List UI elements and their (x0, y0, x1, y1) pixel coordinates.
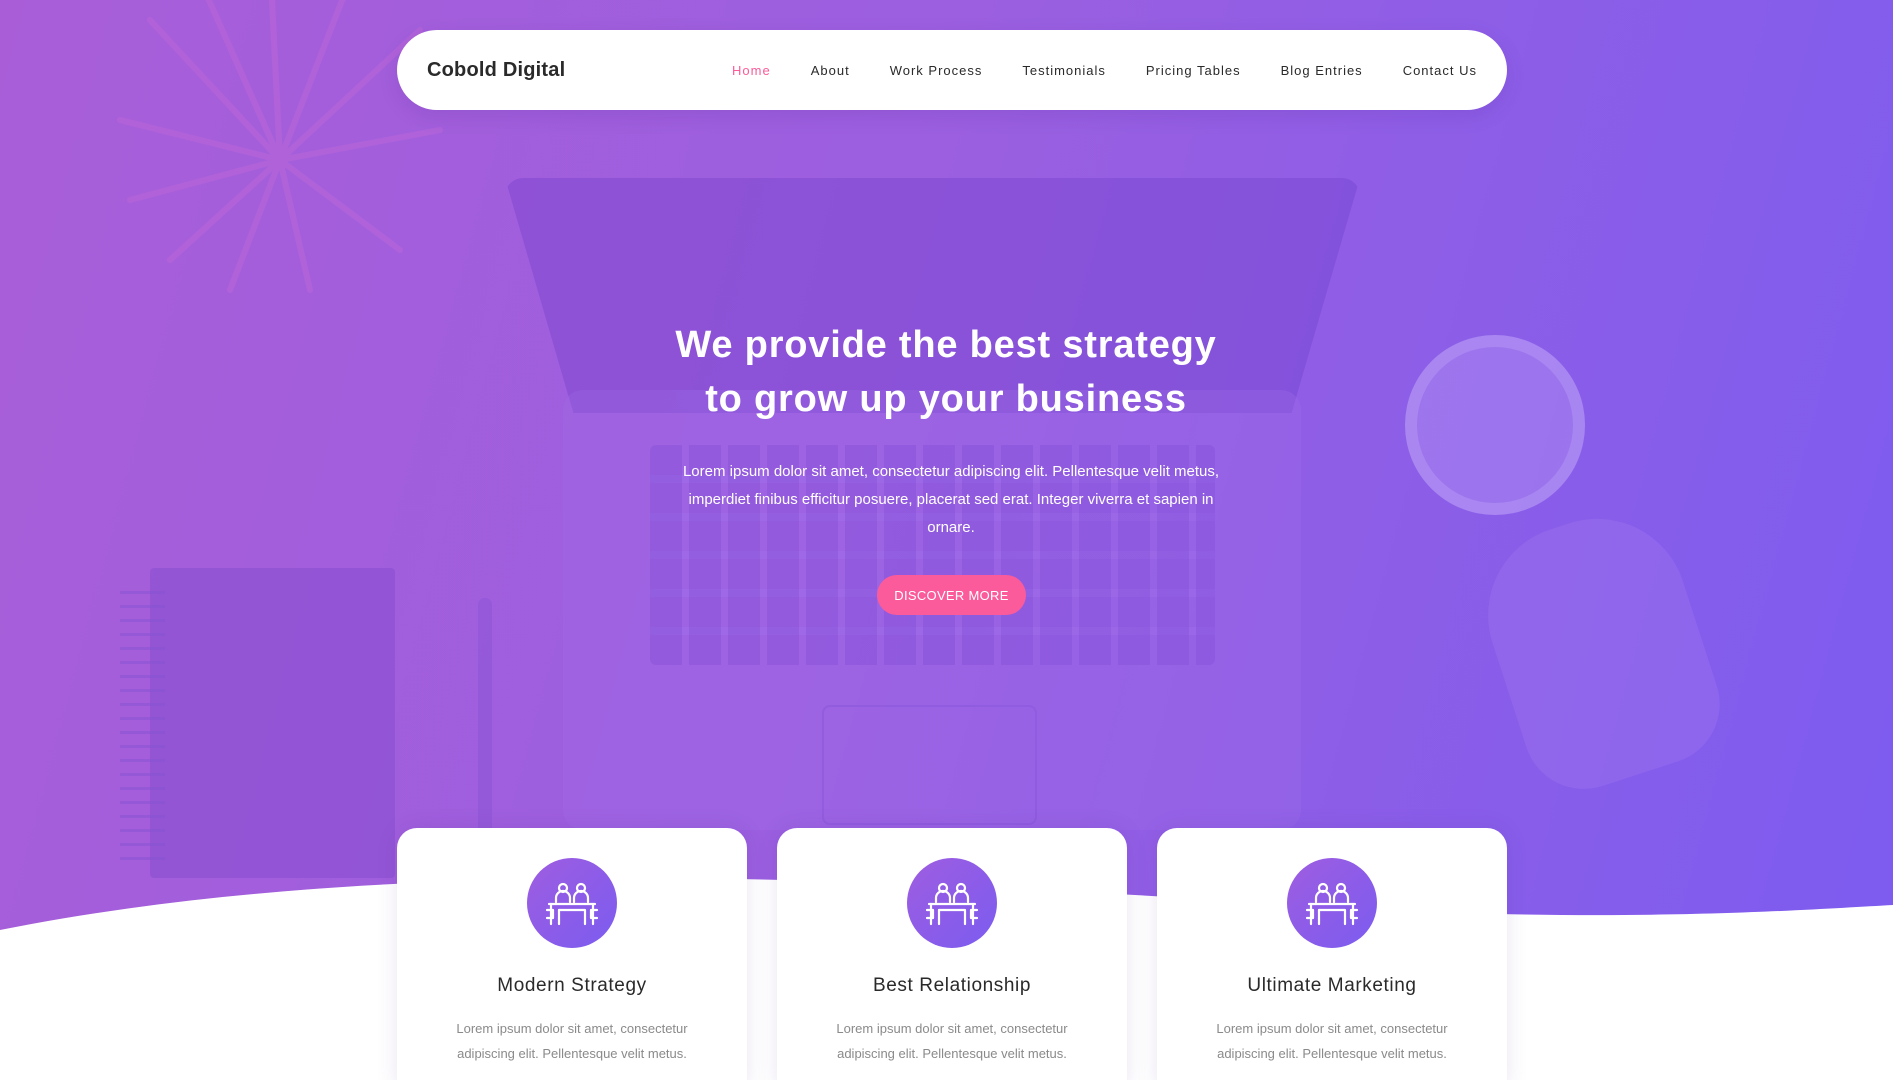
notebook-decoration (150, 568, 395, 878)
hero-title: We provide the best strategy to grow up … (546, 318, 1346, 426)
discover-more-button[interactable]: DISCOVER MORE (877, 575, 1026, 615)
service-title: Ultimate Marketing (1247, 975, 1417, 996)
service-description: Lorem ipsum dolor sit amet, consectetur … (836, 1021, 1068, 1061)
hero-title-line2-text: to grow up your (705, 378, 1016, 420)
service-description: Lorem ipsum dolor sit amet, consectetur … (456, 1021, 688, 1061)
nav-link-contact-us[interactable]: Contact Us (1403, 63, 1477, 78)
hero-title-line1-emphasis: strategy (1062, 324, 1217, 366)
hero-title-line1-text: We provide the best (675, 324, 1063, 366)
pen-decoration (478, 598, 492, 838)
navbar: Cobold Digital Home About Work Process T… (397, 30, 1507, 110)
service-title: Best Relationship (872, 975, 1032, 996)
nav-link-testimonials[interactable]: Testimonials (1022, 63, 1106, 78)
nav-link-pricing-tables[interactable]: Pricing Tables (1146, 63, 1241, 78)
hand-decoration (1464, 495, 1736, 805)
service-card-modern-strategy: Modern Strategy Lorem ipsum dolor sit am… (397, 828, 747, 1080)
service-card-best-relationship: Best Relationship Lorem ipsum dolor sit … (777, 828, 1127, 1080)
notebook-spiral-decoration (120, 590, 165, 860)
nav-links: Home About Work Process Testimonials Pri… (692, 30, 1477, 110)
service-title: Modern Strategy (497, 975, 647, 996)
trackpad-decoration (822, 705, 1037, 825)
service-description: Lorem ipsum dolor sit amet, consectetur … (1216, 1021, 1448, 1061)
nav-link-home[interactable]: Home (732, 63, 771, 78)
hero-title-line2-emphasis: business (1015, 378, 1187, 420)
plant-decoration (117, 0, 443, 293)
coffee-cup-decoration (1405, 335, 1585, 515)
hero-description: Lorem ipsum dolor sit amet, consectetur … (682, 463, 1220, 536)
nav-link-about[interactable]: About (811, 63, 850, 78)
brand-logo[interactable]: Cobold Digital (427, 30, 565, 110)
meeting-icon (527, 858, 617, 948)
nav-link-blog-entries[interactable]: Blog Entries (1281, 63, 1363, 78)
meeting-icon (1287, 858, 1377, 948)
meeting-icon (907, 858, 997, 948)
service-card-ultimate-marketing: Ultimate Marketing Lorem ipsum dolor sit… (1157, 828, 1507, 1080)
nav-link-work-process[interactable]: Work Process (890, 63, 983, 78)
